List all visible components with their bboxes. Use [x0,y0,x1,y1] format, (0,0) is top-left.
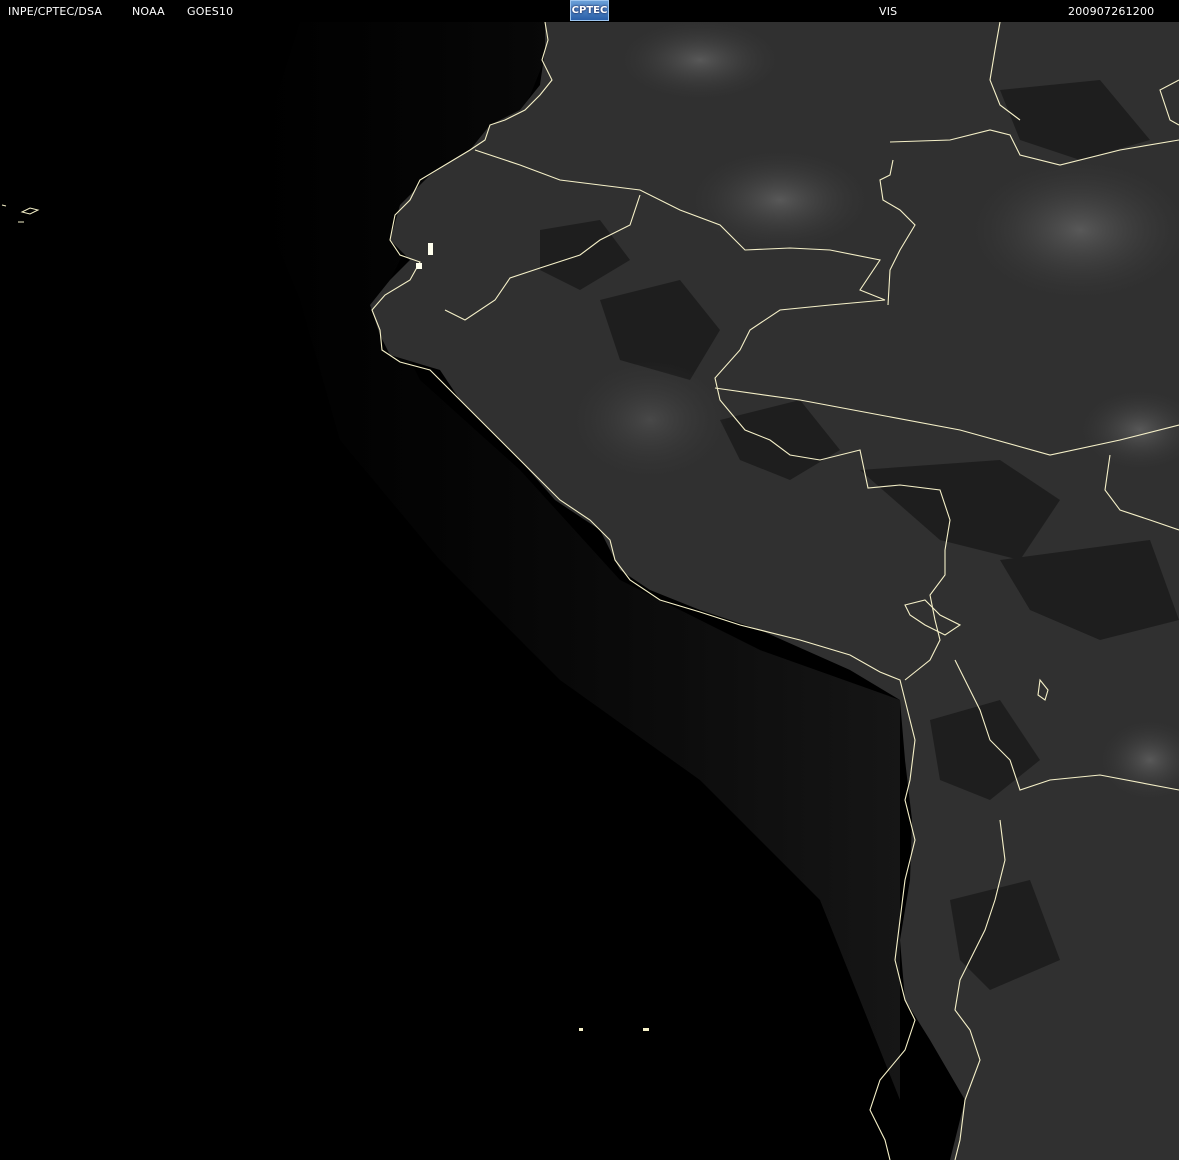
logo-text: CPTEC [571,5,608,16]
channel-label: VIS [879,5,898,18]
header-bar: INPE/CPTEC/DSA NOAA GOES10 CPTEC VIS 200… [0,0,1179,22]
satellite-label: GOES10 [187,5,234,18]
agency-label: NOAA [132,5,165,18]
cptec-logo: CPTEC [570,0,609,21]
timestamp-label: 200907261200 [1068,5,1155,18]
org-label: INPE/CPTEC/DSA [8,5,103,18]
satellite-image [0,22,1179,1160]
satellite-map-svg [0,22,1179,1160]
